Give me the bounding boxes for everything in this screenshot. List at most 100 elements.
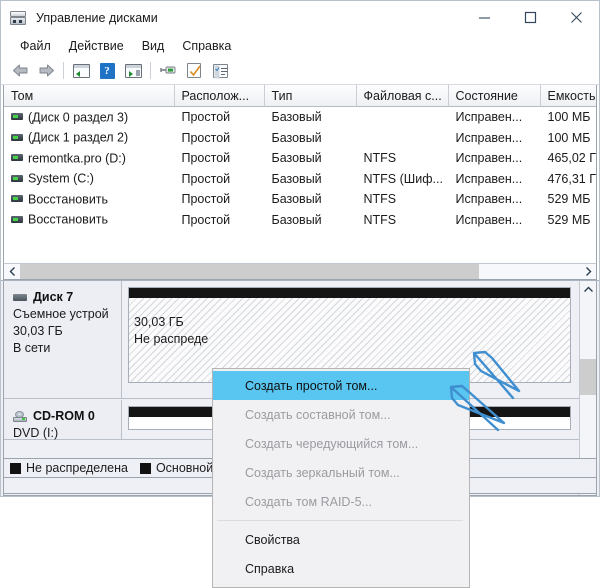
disk-kind: Съемное устрой	[13, 307, 109, 321]
legend-swatch	[139, 462, 151, 474]
context-menu-separator	[217, 520, 463, 521]
cell-layout: Простой	[181, 212, 231, 227]
menu-file[interactable]: Файл	[11, 39, 60, 53]
volume-icon	[11, 215, 23, 223]
toolbar: ?	[1, 57, 599, 85]
legend-swatch	[10, 462, 21, 474]
column-header-type[interactable]: Тип	[264, 85, 357, 107]
context-menu: Создать простой том... Создать составной…	[212, 368, 470, 588]
context-menu-item-new-mirrored-volume[interactable]: Создать зеркальный том...	[213, 458, 469, 487]
column-header-capacity[interactable]: Емкость	[540, 85, 596, 107]
window-controls	[461, 1, 599, 34]
partition-size: 30,03 ГБ	[134, 315, 184, 329]
scroll-thumb[interactable]	[580, 359, 596, 395]
volume-icon	[11, 154, 23, 162]
disk-header-disk7[interactable]: Диск 7 Съемное устрой 30,03 ГБ В сети	[4, 281, 122, 399]
cell-layout: Простой	[181, 130, 231, 145]
scroll-up-icon[interactable]	[580, 281, 596, 297]
disk-name: Диск 7	[33, 290, 74, 304]
rescan-disks-icon[interactable]	[155, 60, 181, 82]
table-row[interactable]: remontka.pro (D:) Простой Базовый NTFS И…	[4, 148, 596, 169]
menu-view[interactable]: Вид	[133, 39, 174, 53]
back-icon[interactable]	[7, 60, 33, 82]
show-console-tree-icon[interactable]	[120, 60, 146, 82]
volume-icon	[11, 113, 23, 121]
cell-type: Базовый	[271, 192, 322, 207]
up-one-level-icon[interactable]	[68, 60, 94, 82]
minimize-button[interactable]	[461, 1, 507, 34]
cell-capacity: 476,31 ГБ	[547, 171, 597, 186]
title-bar: Управление дисками	[1, 1, 599, 34]
cell-volume: (Диск 0 раздел 3)	[28, 110, 129, 125]
volume-icon	[11, 174, 23, 182]
table-row[interactable]: Восстановить Простой Базовый NTFS Исправ…	[4, 210, 596, 231]
cell-status: Исправен...	[455, 171, 523, 186]
column-header-filesystem[interactable]: Файловая с...	[356, 85, 449, 107]
cell-layout: Простой	[181, 192, 231, 207]
column-header-layout[interactable]: Располож...	[174, 85, 265, 107]
table-row[interactable]: (Диск 1 раздел 2) Простой Базовый Исправ…	[4, 128, 596, 149]
cell-status: Исправен...	[455, 130, 523, 145]
close-button[interactable]	[553, 1, 599, 34]
cell-layout: Простой	[181, 151, 231, 166]
context-menu-item-new-spanned-volume[interactable]: Создать составной том...	[213, 400, 469, 429]
scroll-track[interactable]	[20, 264, 580, 279]
cell-layout: Простой	[181, 110, 231, 125]
legend-item-unallocated: Не распределена	[10, 461, 128, 475]
cell-status: Исправен...	[455, 110, 523, 125]
maximize-button[interactable]	[507, 1, 553, 34]
toolbar-separator	[63, 62, 64, 79]
disk-icon	[13, 293, 27, 301]
context-menu-item-properties[interactable]: Свойства	[213, 525, 469, 554]
cell-filesystem	[356, 128, 448, 149]
scroll-thumb[interactable]	[20, 264, 480, 279]
forward-icon[interactable]	[33, 60, 59, 82]
window-title: Управление дисками	[36, 10, 158, 25]
menu-action[interactable]: Действие	[60, 39, 133, 53]
cell-filesystem: NTFS (Шиф...	[363, 171, 443, 186]
cell-volume: (Диск 1 раздел 2)	[28, 131, 129, 146]
partition-cap	[129, 288, 570, 298]
scroll-right-icon[interactable]	[580, 264, 596, 279]
cell-capacity: 529 МБ	[547, 212, 591, 227]
table-row[interactable]: Восстановить Простой Базовый NTFS Исправ…	[4, 189, 596, 210]
legend-label: Не распределена	[26, 461, 128, 475]
properties-icon[interactable]	[181, 60, 207, 82]
cell-status: Исправен...	[455, 192, 523, 207]
cell-volume: Восстановить	[28, 213, 109, 228]
cell-type: Базовый	[271, 151, 322, 166]
volume-icon	[11, 133, 23, 141]
table-header-row: Том Располож... Тип Файловая с... Состоя…	[4, 85, 596, 107]
context-menu-item-new-simple-volume[interactable]: Создать простой том...	[213, 371, 469, 400]
volume-list-horizontal-scrollbar[interactable]	[3, 263, 597, 280]
cell-filesystem	[356, 107, 448, 128]
cell-capacity: 529 МБ	[547, 192, 591, 207]
cell-status: Исправен...	[455, 212, 523, 227]
menu-bar: Файл Действие Вид Справка	[1, 34, 599, 57]
context-menu-item-new-striped-volume[interactable]: Создать чередующийся том...	[213, 429, 469, 458]
context-menu-item-new-raid5-volume[interactable]: Создать том RAID-5...	[213, 487, 469, 516]
cell-type: Базовый	[271, 171, 322, 186]
disk-header-cdrom0[interactable]: CD-ROM 0 DVD (I:)	[4, 400, 122, 440]
disk-state: В сети	[13, 341, 51, 355]
action-list-icon[interactable]	[207, 60, 233, 82]
cell-layout: Простой	[181, 171, 231, 186]
disk-kind: DVD (I:)	[13, 426, 59, 440]
help-icon[interactable]: ?	[94, 60, 120, 82]
disk-drive-icon	[9, 10, 29, 26]
cell-volume: remontka.pro (D:)	[28, 151, 126, 166]
column-header-volume[interactable]: Том	[4, 85, 175, 107]
context-menu-item-help[interactable]: Справка	[213, 554, 469, 583]
scroll-left-icon[interactable]	[4, 264, 20, 279]
table-row[interactable]: System (C:) Простой Базовый NTFS (Шиф...…	[4, 169, 597, 190]
volume-list-panel: Том Располож... Тип Файловая с... Состоя…	[1, 85, 599, 281]
legend-label: Основной	[155, 461, 214, 475]
column-header-status[interactable]: Состояние	[448, 85, 541, 107]
cell-filesystem: NTFS	[363, 192, 397, 207]
cell-volume: System (C:)	[28, 172, 94, 187]
menu-help[interactable]: Справка	[173, 39, 240, 53]
table-row[interactable]: (Диск 0 раздел 3) Простой Базовый Исправ…	[4, 107, 596, 128]
cell-filesystem: NTFS	[363, 151, 397, 166]
cell-status: Исправен...	[455, 151, 523, 166]
legend-item-primary: Основной	[139, 461, 214, 475]
